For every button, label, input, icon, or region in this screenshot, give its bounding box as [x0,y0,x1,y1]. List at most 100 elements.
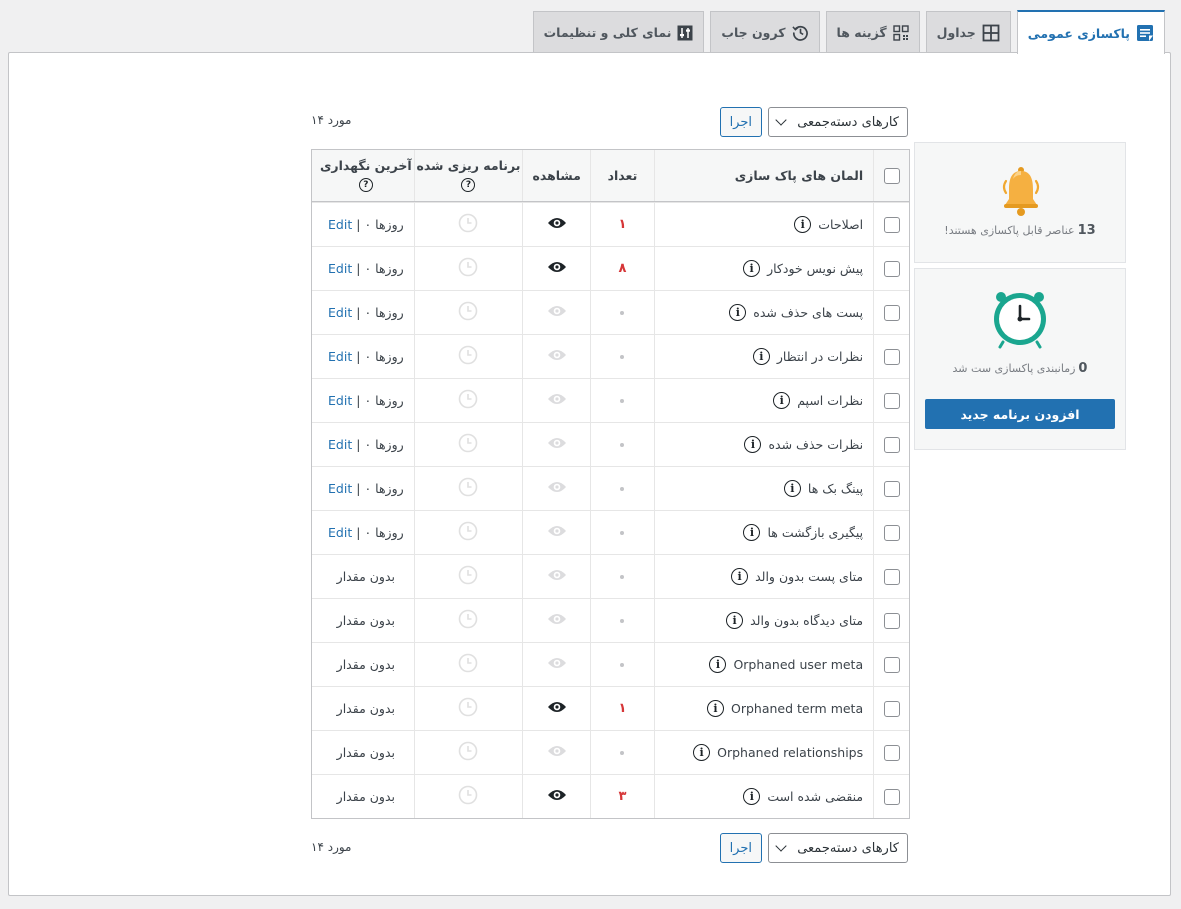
column-header-count[interactable]: تعداد [590,150,654,201]
item-count: ۸ [618,261,627,276]
edit-link[interactable]: Edit [328,481,352,496]
row-checkbox[interactable] [883,304,900,321]
eye-icon[interactable] [547,788,567,805]
row-checkbox[interactable] [883,216,900,233]
edit-link[interactable]: Edit [328,393,352,408]
apply-button[interactable]: اجرا [719,833,762,863]
column-header-scheduled: برنامه ریزی شده ? [413,150,523,201]
item-name: نظرات حذف شده [768,437,864,452]
schedule-summary: 0زمانبندی پاکسازی ست شد [915,361,1125,376]
row-checkbox[interactable] [883,480,900,497]
edit-link[interactable]: Edit [328,217,352,232]
tab-label: پاکسازی عمومی [1027,25,1130,41]
column-header-name[interactable]: المان های پاک سازی [653,150,873,201]
row-checkbox[interactable] [883,788,900,805]
table-row: i نظرات حذف شده Edit | ۰ روزها [312,422,909,466]
empty-count-dot [620,618,625,623]
info-icon[interactable]: i [743,788,761,805]
tab-label: جداول [936,25,976,40]
tab-label: گزینه ها [836,25,887,40]
row-checkbox[interactable] [883,436,900,453]
cleanable-text: عناصر قابل پاکسازی هستند! [944,224,1075,237]
table-row: i منقضی شده است ۳ بدون مقدار [312,774,909,818]
bulk-actions-top: کارهای دسته‌جمعی اجرا [719,107,908,137]
eye-icon [547,612,567,629]
table-row: i متای دیدگاه بدون والد بدون مقدار [312,598,909,642]
help-icon[interactable]: ? [461,178,476,192]
info-icon[interactable]: i [783,480,801,497]
item-name: پینگ بک ها [807,481,864,496]
table-row: i Orphaned term meta ۱ بدون مقدار [312,686,909,730]
row-checkbox[interactable] [883,260,900,277]
days-value: ۰ روزها [364,525,404,540]
empty-count-dot [620,310,625,315]
eye-icon [547,348,567,365]
help-icon[interactable]: ? [358,178,373,192]
tab-general-cleanup[interactable]: پاکسازی عمومی [1016,10,1165,54]
info-icon[interactable]: i [729,304,747,321]
days-value: ۰ روزها [364,261,404,276]
edit-link[interactable]: Edit [328,437,352,452]
bulk-actions-select[interactable]: کارهای دسته‌جمعی [768,107,908,137]
bulk-actions-select[interactable]: کارهای دسته‌جمعی [768,833,908,863]
info-icon[interactable]: i [726,612,744,629]
schedule-clock-icon [458,433,478,456]
apply-button[interactable]: اجرا [719,107,762,137]
eye-icon[interactable] [547,700,567,717]
info-icon[interactable]: i [731,568,749,585]
eye-icon[interactable] [547,216,567,233]
edit-link[interactable]: Edit [328,305,352,320]
schedule-clock-icon [458,213,478,236]
schedule-clock-icon [458,697,478,720]
row-checkbox[interactable] [883,700,900,717]
bulk-actions-bottom: کارهای دسته‌جمعی اجرا [719,833,908,863]
tab-bar: پاکسازی عمومی جداول گزینه ها کرون جاب نم… [532,10,1165,54]
scheduled-header-label: برنامه ریزی شده [416,158,521,173]
table-row: i اصلاحات ۱ Edit | ۰ روزها [312,202,909,246]
eye-icon[interactable] [547,260,567,277]
table-row: i Orphaned relationships بدون مقدار [312,730,909,774]
info-icon[interactable]: i [773,392,791,409]
chevron-down-icon [775,840,787,852]
row-checkbox[interactable] [883,348,900,365]
empty-count-dot [620,750,625,755]
row-checkbox[interactable] [883,656,900,673]
tab-tables[interactable]: جداول [925,11,1011,53]
item-name: پیگیری بازگشت ها [767,525,864,540]
info-icon[interactable]: i [707,700,725,717]
edit-link[interactable]: Edit [328,261,352,276]
tab-label: نمای کلی و تنظیمات [543,25,672,40]
table-row: i نظرات در انتظار Edit | ۰ روزها [312,334,909,378]
row-checkbox[interactable] [883,524,900,541]
tab-overview-settings[interactable]: نمای کلی و تنظیمات [532,11,705,53]
items-count: ۱۴ مورد [311,113,352,127]
info-icon[interactable]: i [693,744,711,761]
tab-cron-jobs[interactable]: کرون جاب [710,11,820,53]
item-name: پیش نویس خودکار [767,261,864,276]
row-checkbox[interactable] [883,392,900,409]
tab-options[interactable]: گزینه ها [825,11,920,53]
row-checkbox[interactable] [883,744,900,761]
info-icon[interactable]: i [709,656,727,673]
info-icon[interactable]: i [752,348,770,365]
column-header-last-kept: آخرین نگهداری ? [312,150,414,201]
history-icon [791,24,809,41]
edit-link[interactable]: Edit [328,525,352,540]
row-checkbox[interactable] [883,568,900,585]
schedule-clock-icon [458,609,478,632]
row-checkbox[interactable] [883,612,900,629]
select-all-checkbox[interactable] [883,167,900,184]
info-icon[interactable]: i [744,436,762,453]
item-count: ۳ [618,789,627,804]
info-icon[interactable]: i [743,260,761,277]
item-name: منقضی شده است [767,789,864,804]
add-new-schedule-button[interactable]: افزودن برنامه جدید [925,399,1115,429]
options-grid-icon [892,24,909,41]
info-icon[interactable]: i [794,216,812,233]
items-count: ۱۴ مورد [311,840,352,854]
info-icon[interactable]: i [743,524,761,541]
eye-icon [547,524,567,541]
edit-link[interactable]: Edit [328,349,352,364]
no-value-text: بدون مقدار [336,789,395,804]
column-header-view: مشاهده [522,150,590,201]
